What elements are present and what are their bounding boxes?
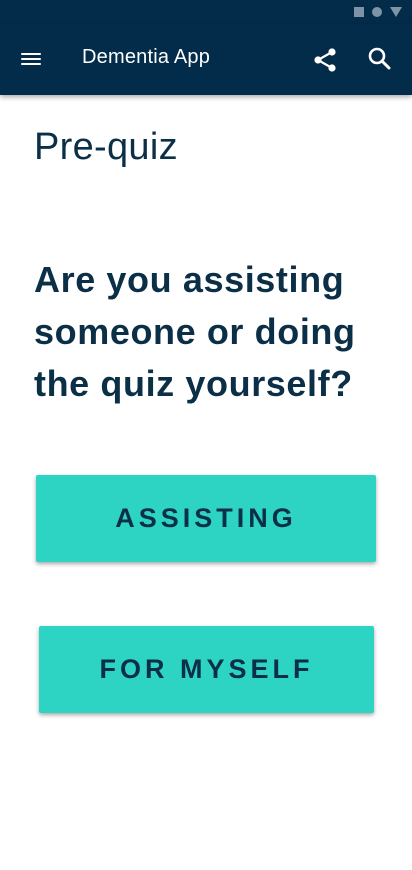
- triangle-status-icon: [390, 7, 402, 17]
- share-icon[interactable]: [312, 47, 338, 73]
- square-status-icon: [354, 7, 364, 17]
- app-title: Dementia App: [82, 46, 211, 68]
- circle-status-icon: [372, 7, 382, 17]
- for-myself-button[interactable]: FOR MYSELF: [39, 626, 374, 713]
- hamburger-menu-icon[interactable]: [21, 50, 43, 68]
- app-bar: Dementia App: [0, 24, 412, 95]
- assisting-button[interactable]: ASSISTING: [36, 475, 376, 562]
- status-bar: [0, 0, 412, 24]
- system-status-icons: [354, 7, 402, 17]
- search-icon[interactable]: [367, 46, 393, 72]
- page-title: Pre-quiz: [34, 126, 178, 168]
- quiz-question: Are you assisting someone or doing the q…: [34, 259, 356, 404]
